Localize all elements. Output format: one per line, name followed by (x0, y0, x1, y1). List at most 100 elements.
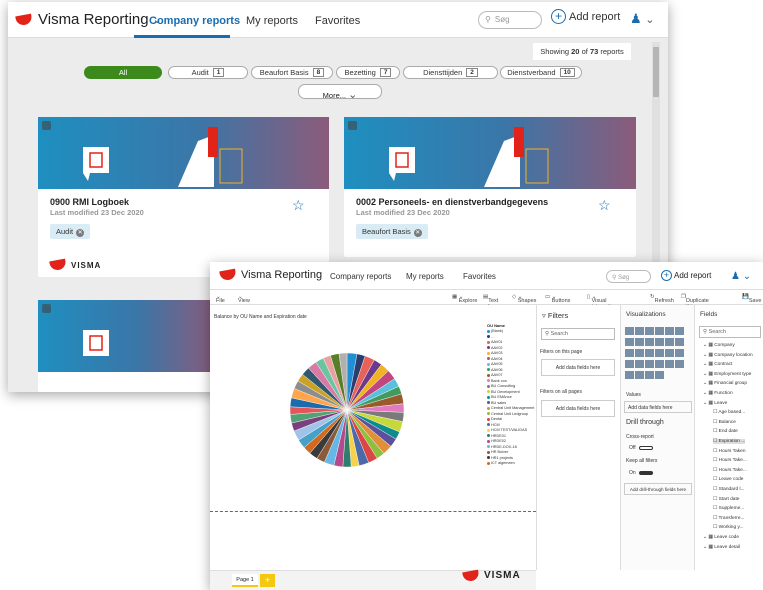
all-pages-filter-dropzone[interactable]: Add data fields here (541, 400, 615, 417)
visual-type-icon[interactable] (635, 349, 644, 357)
explore-button[interactable]: ▦ Explore ⌄ (452, 294, 477, 304)
fields-search-input[interactable]: ⚲ Search (699, 326, 761, 338)
visual-type-icon[interactable] (655, 371, 664, 379)
duplicate-page-button[interactable]: ❐ Duplicate this page (681, 294, 709, 310)
user-icon[interactable]: ♟ ⌄ (630, 11, 655, 27)
filter-chip-diensttijden[interactable]: Diensttijden 2 (403, 66, 498, 79)
field-table[interactable]: ⌄ ▦ Contract (703, 362, 732, 367)
values-dropzone[interactable]: Add data fields here (624, 401, 692, 413)
report-title[interactable]: 0002 Personeels- en dienstverbandgegeven… (356, 197, 548, 207)
report-tag[interactable]: Audit ✕ (50, 224, 91, 239)
favorite-star-icon[interactable]: ☆ (598, 197, 611, 214)
report-title[interactable]: 0900 RMI Logboek (50, 197, 129, 207)
brand[interactable]: Visma Reporting ⌄ (15, 11, 162, 28)
keep-all-filters-toggle[interactable]: On (629, 470, 653, 476)
buttons-button[interactable]: ▭ Buttons ⌄ (545, 294, 570, 304)
legend-item[interactable]: AAV03 (487, 351, 503, 355)
field-table[interactable]: ⌄ ▦ Function (703, 391, 733, 396)
pin-icon[interactable] (42, 304, 51, 313)
remove-tag-icon[interactable]: ✕ (76, 229, 85, 237)
more-filters-dropdown[interactable]: More... ⌄ (298, 84, 382, 101)
filter-chip-beaufort-basis[interactable]: Beaufort Basis 8 (251, 66, 333, 79)
filters-search-input[interactable]: ⚲ Search (541, 328, 615, 340)
legend-item[interactable]: HR Bulver (487, 450, 508, 454)
visual-type-icon[interactable] (665, 338, 674, 346)
add-page-button[interactable]: + (260, 574, 275, 587)
file-menu[interactable]: File ⌄ (216, 294, 225, 304)
field-item[interactable]: ☐ Suppleme... (713, 506, 744, 511)
tab-favorites[interactable]: Favorites (463, 272, 496, 281)
visual-type-icon[interactable] (635, 327, 644, 335)
field-item[interactable]: ☐ Start date (713, 497, 739, 502)
legend-item[interactable]: BU Consulting (487, 384, 515, 388)
legend-item[interactable]: HCM TEST/VALIDAS (487, 428, 527, 432)
view-menu[interactable]: View ⌄ (238, 294, 250, 304)
drill-through-dropzone[interactable]: Add drill-through fields here (624, 483, 692, 495)
field-table[interactable]: ⌄ ▦ Leave detail (703, 545, 740, 550)
legend-item[interactable]: … (487, 335, 495, 339)
field-table[interactable]: ⌄ ▦ Company location (703, 353, 753, 358)
legend-item[interactable]: Dental (487, 417, 502, 421)
legend-item[interactable]: AAV07 (487, 373, 503, 377)
page-filter-dropzone[interactable]: Add data fields here (541, 359, 615, 376)
field-item[interactable]: ☐ Hours Take... (713, 458, 747, 463)
cross-report-toggle[interactable]: Off (629, 445, 653, 451)
visual-type-icon[interactable] (625, 360, 634, 368)
visual-type-icon[interactable] (675, 327, 684, 335)
legend-item[interactable]: AAV01 (487, 340, 503, 344)
save-button[interactable]: 💾 Save (742, 294, 761, 304)
report-canvas[interactable]: Balance by OU Name and Expiration date O… (210, 305, 536, 570)
legend-item[interactable]: HRDE01 (487, 434, 506, 438)
search-input[interactable]: ⚲ Søg (478, 11, 542, 29)
visual-type-icon[interactable] (625, 327, 634, 335)
text-box-button[interactable]: ▤ Text box (483, 294, 498, 310)
field-table[interactable]: ⌄ ▦ Financial group (703, 381, 747, 386)
field-item[interactable]: ☐ Working y... (713, 525, 744, 530)
legend-item[interactable]: AAV05 (487, 362, 503, 366)
visual-type-icon[interactable] (655, 360, 664, 368)
visual-type-icon[interactable] (665, 349, 674, 357)
visual-type-icon[interactable] (675, 338, 684, 346)
report-card[interactable] (38, 300, 218, 392)
visual-type-icon[interactable] (635, 360, 644, 368)
legend-item[interactable]: Central Unit Ledgroup (487, 412, 528, 416)
legend-item[interactable]: BU EMAnce (487, 395, 512, 399)
remove-tag-icon[interactable]: ✕ (413, 229, 422, 237)
brand[interactable]: Visma Reporting (219, 268, 322, 282)
visual-type-icon[interactable] (625, 338, 634, 346)
report-tag[interactable]: Beaufort Basis ✕ (356, 224, 428, 239)
legend-item[interactable]: HRDE02 (487, 439, 506, 443)
legend-item[interactable]: HR1 projects (487, 456, 513, 460)
refresh-button[interactable]: ↻ Refresh (650, 294, 674, 304)
field-table[interactable]: ⌄ ▦ Company (703, 343, 735, 348)
visual-type-icon[interactable] (675, 349, 684, 357)
add-report-button[interactable]: + Add report (661, 270, 711, 281)
field-item[interactable]: ☐ Hours Take... (713, 468, 747, 473)
field-item[interactable]: ☐ End date (713, 429, 738, 434)
field-table[interactable]: ⌄ ▦ Leave (703, 401, 727, 406)
visual-type-icon[interactable] (645, 360, 654, 368)
favorite-star-icon[interactable]: ☆ (292, 197, 305, 214)
visual-type-icon[interactable] (675, 360, 684, 368)
filter-chip-all[interactable]: All (84, 66, 162, 79)
filter-chip-dienstverband[interactable]: Dienstverband 10 (500, 66, 582, 79)
legend-item[interactable]: BU Development (487, 390, 520, 394)
tab-company-reports[interactable]: Company reports (330, 272, 391, 281)
field-item[interactable]: ☐ Leave code (713, 477, 743, 482)
legend-item[interactable]: AAV04 (487, 357, 503, 361)
legend-item[interactable]: AAV02 (487, 346, 503, 350)
legend-item[interactable]: (Blank) (487, 329, 503, 333)
legend-item[interactable]: HRDE-DOX-18 (487, 445, 517, 449)
field-table[interactable]: ⌄ ▦ Leave code (703, 535, 739, 540)
visual-type-icon[interactable] (665, 360, 674, 368)
legend-item[interactable]: Central Unit Management (487, 406, 534, 410)
toggle-switch[interactable] (638, 470, 653, 475)
legend-item[interactable]: AAV06 (487, 368, 503, 372)
pie-chart[interactable] (287, 350, 407, 470)
pin-icon[interactable] (42, 121, 51, 130)
toggle-switch[interactable] (638, 445, 653, 450)
visual-type-icon[interactable] (645, 338, 654, 346)
pin-icon[interactable] (348, 121, 357, 130)
page-tab[interactable]: Page 1 (232, 574, 258, 587)
visual-type-icon[interactable] (645, 371, 654, 379)
